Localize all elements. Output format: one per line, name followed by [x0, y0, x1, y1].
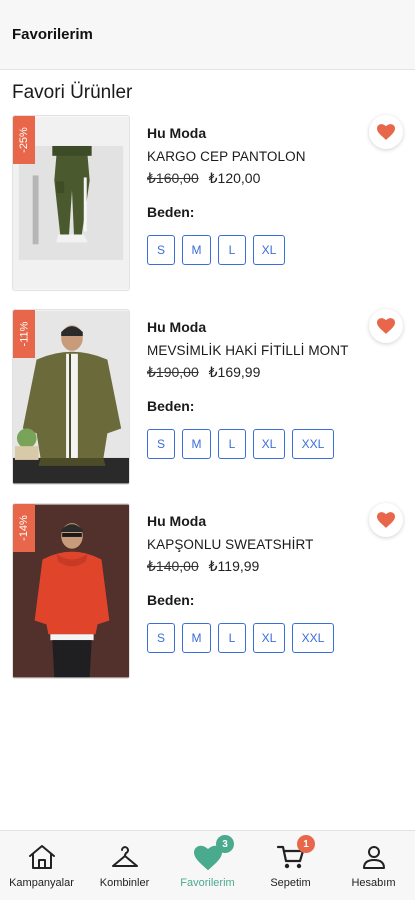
- nav-item-favorilerim[interactable]: 3 Favorilerim: [166, 831, 249, 900]
- size-option[interactable]: S: [147, 623, 175, 653]
- product-image[interactable]: -25%: [12, 115, 130, 291]
- product-image[interactable]: -11%: [12, 309, 130, 485]
- size-option[interactable]: L: [218, 235, 246, 265]
- size-label: Beden:: [147, 398, 195, 414]
- size-option[interactable]: XL: [253, 235, 285, 265]
- product-prices: ₺160,00 ₺120,00: [147, 170, 387, 188]
- app-header: Favorilerim: [0, 0, 415, 70]
- size-option[interactable]: L: [218, 623, 246, 653]
- size-options: S M L XL: [147, 235, 387, 265]
- nav-label: Favorilerim: [180, 877, 235, 889]
- size-option[interactable]: XL: [253, 429, 285, 459]
- size-option[interactable]: M: [182, 623, 211, 653]
- nav-item-kombinler[interactable]: Kombinler: [83, 831, 166, 900]
- nav-item-kampanyalar[interactable]: Kampanyalar: [0, 831, 83, 900]
- home-icon: [27, 843, 57, 871]
- product-card[interactable]: -14% Hu Moda KAPŞONLU SWEATSHİRT ₺140,00…: [0, 503, 415, 683]
- nav-label: Kombinler: [99, 877, 150, 889]
- product-brand: Hu Moda: [147, 319, 207, 335]
- product-card[interactable]: -11% Hu Moda MEVSİMLİK HAKİ FİTİLLİ MONT…: [0, 309, 415, 489]
- size-option[interactable]: XL: [253, 623, 285, 653]
- product-name[interactable]: MEVSİMLİK HAKİ FİTİLLİ MONT: [147, 343, 387, 358]
- size-option[interactable]: M: [182, 429, 211, 459]
- old-price: ₺160,00: [147, 170, 199, 186]
- new-price: ₺169,99: [208, 364, 261, 380]
- favorite-button[interactable]: [369, 115, 403, 149]
- size-option[interactable]: XXL: [292, 429, 334, 459]
- new-price: ₺120,00: [208, 170, 261, 186]
- page-title: Favorilerim: [12, 26, 93, 43]
- product-image[interactable]: -14%: [12, 503, 130, 679]
- user-icon: [359, 843, 389, 871]
- size-label: Beden:: [147, 592, 195, 608]
- favorite-button[interactable]: [369, 503, 403, 537]
- nav-label: Sepetim: [270, 877, 311, 889]
- discount-badge: -14%: [13, 504, 35, 552]
- size-options: S M L XL XXL: [147, 429, 387, 459]
- old-price: ₺190,00: [147, 364, 199, 380]
- bottom-nav: Kampanyalar Kombinler 3 Favorilerim 1 Se…: [0, 830, 415, 900]
- size-options: S M L XL XXL: [147, 623, 387, 653]
- product-name[interactable]: KARGO CEP PANTOLON: [147, 149, 387, 164]
- product-info: Hu Moda KARGO CEP PANTOLON ₺160,00 ₺120,…: [147, 125, 387, 265]
- nav-label: Hesabım: [351, 877, 396, 889]
- size-option[interactable]: XXL: [292, 623, 334, 653]
- size-option[interactable]: S: [147, 235, 175, 265]
- discount-badge: -11%: [13, 310, 35, 358]
- size-option[interactable]: L: [218, 429, 246, 459]
- favorites-count-badge: 3: [216, 835, 234, 853]
- product-brand: Hu Moda: [147, 513, 207, 529]
- favorite-button[interactable]: [369, 309, 403, 343]
- section-title: Favori Ürünler: [12, 82, 133, 103]
- heart-icon: [377, 124, 395, 140]
- cart-count-badge: 1: [297, 835, 315, 853]
- hanger-icon: [110, 843, 140, 871]
- product-info: Hu Moda KAPŞONLU SWEATSHİRT ₺140,00 ₺119…: [147, 513, 387, 653]
- nav-label: Kampanyalar: [9, 877, 74, 889]
- product-info: Hu Moda MEVSİMLİK HAKİ FİTİLLİ MONT ₺190…: [147, 319, 387, 459]
- nav-item-sepetim[interactable]: 1 Sepetim: [249, 831, 332, 900]
- product-brand: Hu Moda: [147, 125, 207, 141]
- product-prices: ₺190,00 ₺169,99: [147, 364, 387, 382]
- new-price: ₺119,99: [208, 558, 260, 574]
- heart-icon: [377, 318, 395, 334]
- nav-item-hesabim[interactable]: Hesabım: [332, 831, 415, 900]
- heart-icon: [377, 512, 395, 528]
- size-label: Beden:: [147, 204, 195, 220]
- product-card[interactable]: -25% Hu Moda KARGO CEP PANTOLON ₺160,00 …: [0, 115, 415, 295]
- discount-badge: -25%: [13, 116, 35, 164]
- old-price: ₺140,00: [147, 558, 199, 574]
- size-option[interactable]: S: [147, 429, 175, 459]
- product-name[interactable]: KAPŞONLU SWEATSHİRT: [147, 537, 387, 552]
- product-prices: ₺140,00 ₺119,99: [147, 558, 387, 576]
- size-option[interactable]: M: [182, 235, 211, 265]
